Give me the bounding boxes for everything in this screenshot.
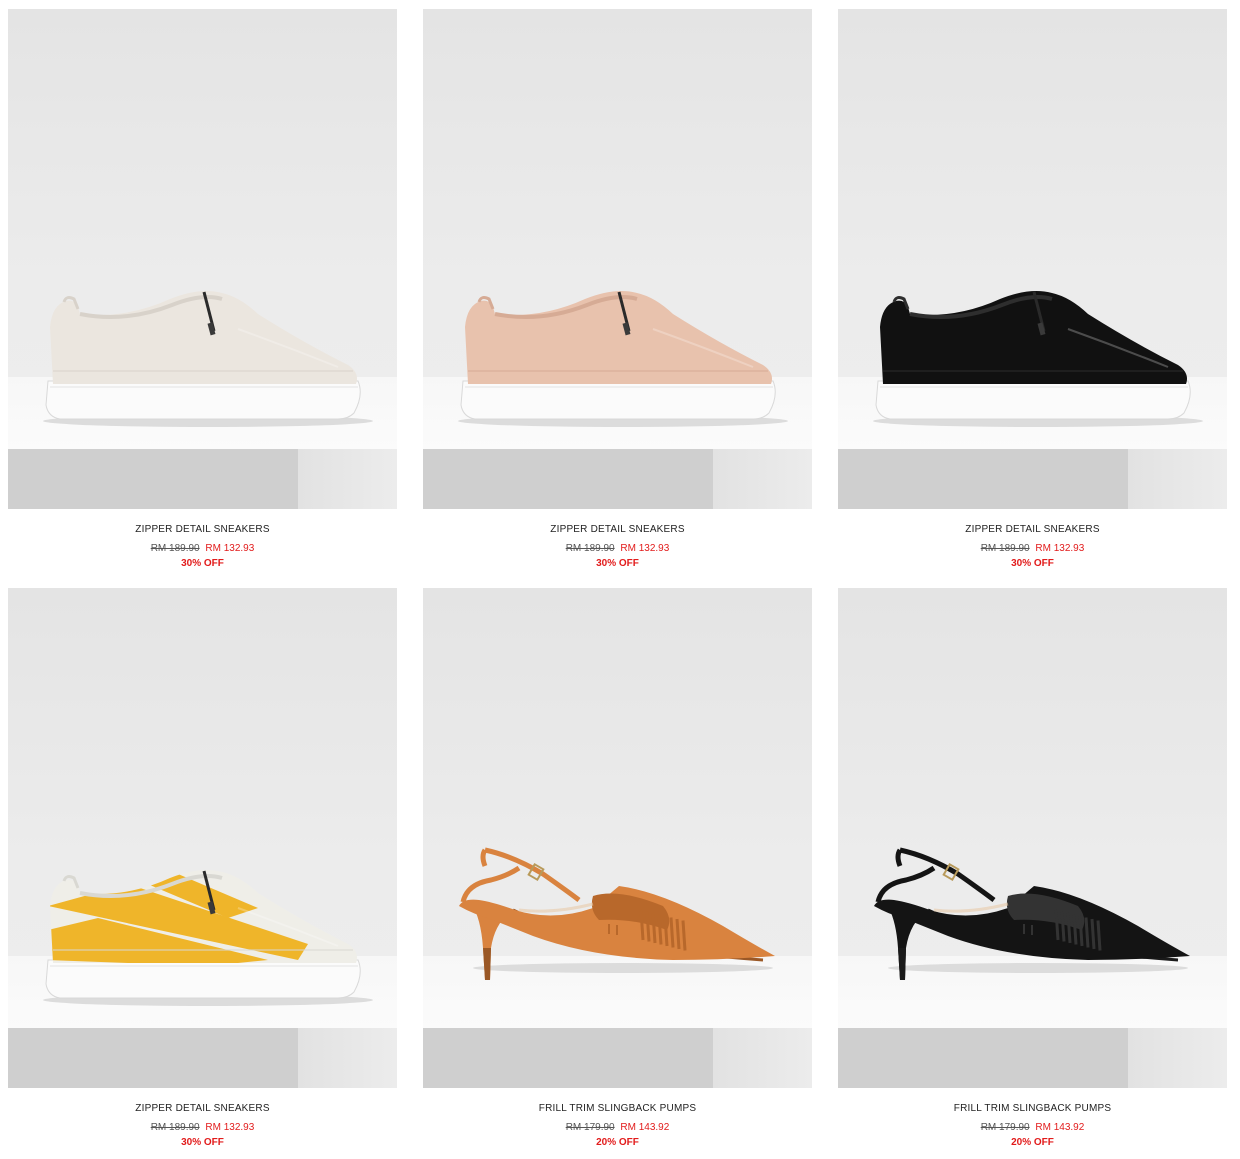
original-price: RM 189.90 [565, 543, 615, 554]
product-name[interactable]: FRILL TRIM SLINGBACK PUMPS [423, 1102, 812, 1116]
product-image[interactable] [8, 588, 397, 1088]
sale-price: RM 132.93 [205, 543, 255, 554]
discount-badge: 20% OFF [596, 1137, 639, 1148]
product-prices: RM 179.90 RM 143.92 [838, 1121, 1227, 1135]
product-prices: RM 189.90 RM 132.93 [838, 542, 1227, 556]
product-prices: RM 189.90 RM 132.93 [8, 542, 397, 556]
product-name[interactable]: ZIPPER DETAIL SNEAKERS [8, 523, 397, 537]
white-zipper-sneaker-image [43, 291, 373, 427]
discount-badge: 30% OFF [181, 558, 224, 569]
black-slingback-pump-image [874, 847, 1190, 980]
product-info: ZIPPER DETAIL SNEAKERS RM 189.90 RM 132.… [838, 509, 1227, 571]
original-price: RM 189.90 [980, 543, 1030, 554]
product-image[interactable] [838, 588, 1227, 1088]
product-image[interactable] [8, 9, 397, 509]
product-card[interactable]: ZIPPER DETAIL SNEAKERS RM 189.90 RM 132.… [8, 588, 397, 1150]
discount-badge: 30% OFF [596, 558, 639, 569]
original-price: RM 189.90 [150, 1122, 200, 1133]
nude-zipper-sneaker-image [458, 291, 788, 427]
product-image[interactable] [423, 9, 812, 509]
product-card[interactable]: FRILL TRIM SLINGBACK PUMPS RM 179.90 RM … [838, 588, 1227, 1150]
sale-price: RM 132.93 [205, 1122, 255, 1133]
product-card[interactable]: FRILL TRIM SLINGBACK PUMPS RM 179.90 RM … [423, 588, 812, 1150]
original-price: RM 179.90 [565, 1122, 615, 1133]
product-prices: RM 179.90 RM 143.92 [423, 1121, 812, 1135]
product-info: ZIPPER DETAIL SNEAKERS RM 189.90 RM 132.… [423, 509, 812, 571]
discount-badge: 20% OFF [1011, 1137, 1054, 1148]
product-name[interactable]: ZIPPER DETAIL SNEAKERS [838, 523, 1227, 537]
product-card[interactable]: ZIPPER DETAIL SNEAKERS RM 189.90 RM 132.… [423, 9, 812, 571]
sale-price: RM 132.93 [620, 543, 670, 554]
product-grid: ZIPPER DETAIL SNEAKERS RM 189.90 RM 132.… [0, 0, 1240, 1159]
product-card[interactable]: ZIPPER DETAIL SNEAKERS RM 189.90 RM 132.… [8, 9, 397, 571]
original-price: RM 189.90 [150, 543, 200, 554]
sale-price: RM 132.93 [1035, 543, 1085, 554]
product-name[interactable]: FRILL TRIM SLINGBACK PUMPS [838, 1102, 1227, 1116]
product-name[interactable]: ZIPPER DETAIL SNEAKERS [8, 1102, 397, 1116]
discount-badge: 30% OFF [181, 1137, 224, 1148]
original-price: RM 179.90 [980, 1122, 1030, 1133]
product-card[interactable]: ZIPPER DETAIL SNEAKERS RM 189.90 RM 132.… [838, 9, 1227, 571]
product-info: FRILL TRIM SLINGBACK PUMPS RM 179.90 RM … [838, 1088, 1227, 1150]
product-info: FRILL TRIM SLINGBACK PUMPS RM 179.90 RM … [423, 1088, 812, 1150]
sale-price: RM 143.92 [620, 1122, 670, 1133]
product-name[interactable]: ZIPPER DETAIL SNEAKERS [423, 523, 812, 537]
product-prices: RM 189.90 RM 132.93 [8, 1121, 397, 1135]
black-zipper-sneaker-image [873, 291, 1203, 427]
product-info: ZIPPER DETAIL SNEAKERS RM 189.90 RM 132.… [8, 509, 397, 571]
sale-price: RM 143.92 [1035, 1122, 1085, 1133]
product-prices: RM 189.90 RM 132.93 [423, 542, 812, 556]
tan-slingback-pump-image [459, 847, 775, 980]
product-info: ZIPPER DETAIL SNEAKERS RM 189.90 RM 132.… [8, 1088, 397, 1150]
discount-badge: 30% OFF [1011, 558, 1054, 569]
product-image[interactable] [838, 9, 1227, 509]
product-image[interactable] [423, 588, 812, 1088]
yellow-stripe-zipper-sneaker-image [43, 870, 373, 1006]
